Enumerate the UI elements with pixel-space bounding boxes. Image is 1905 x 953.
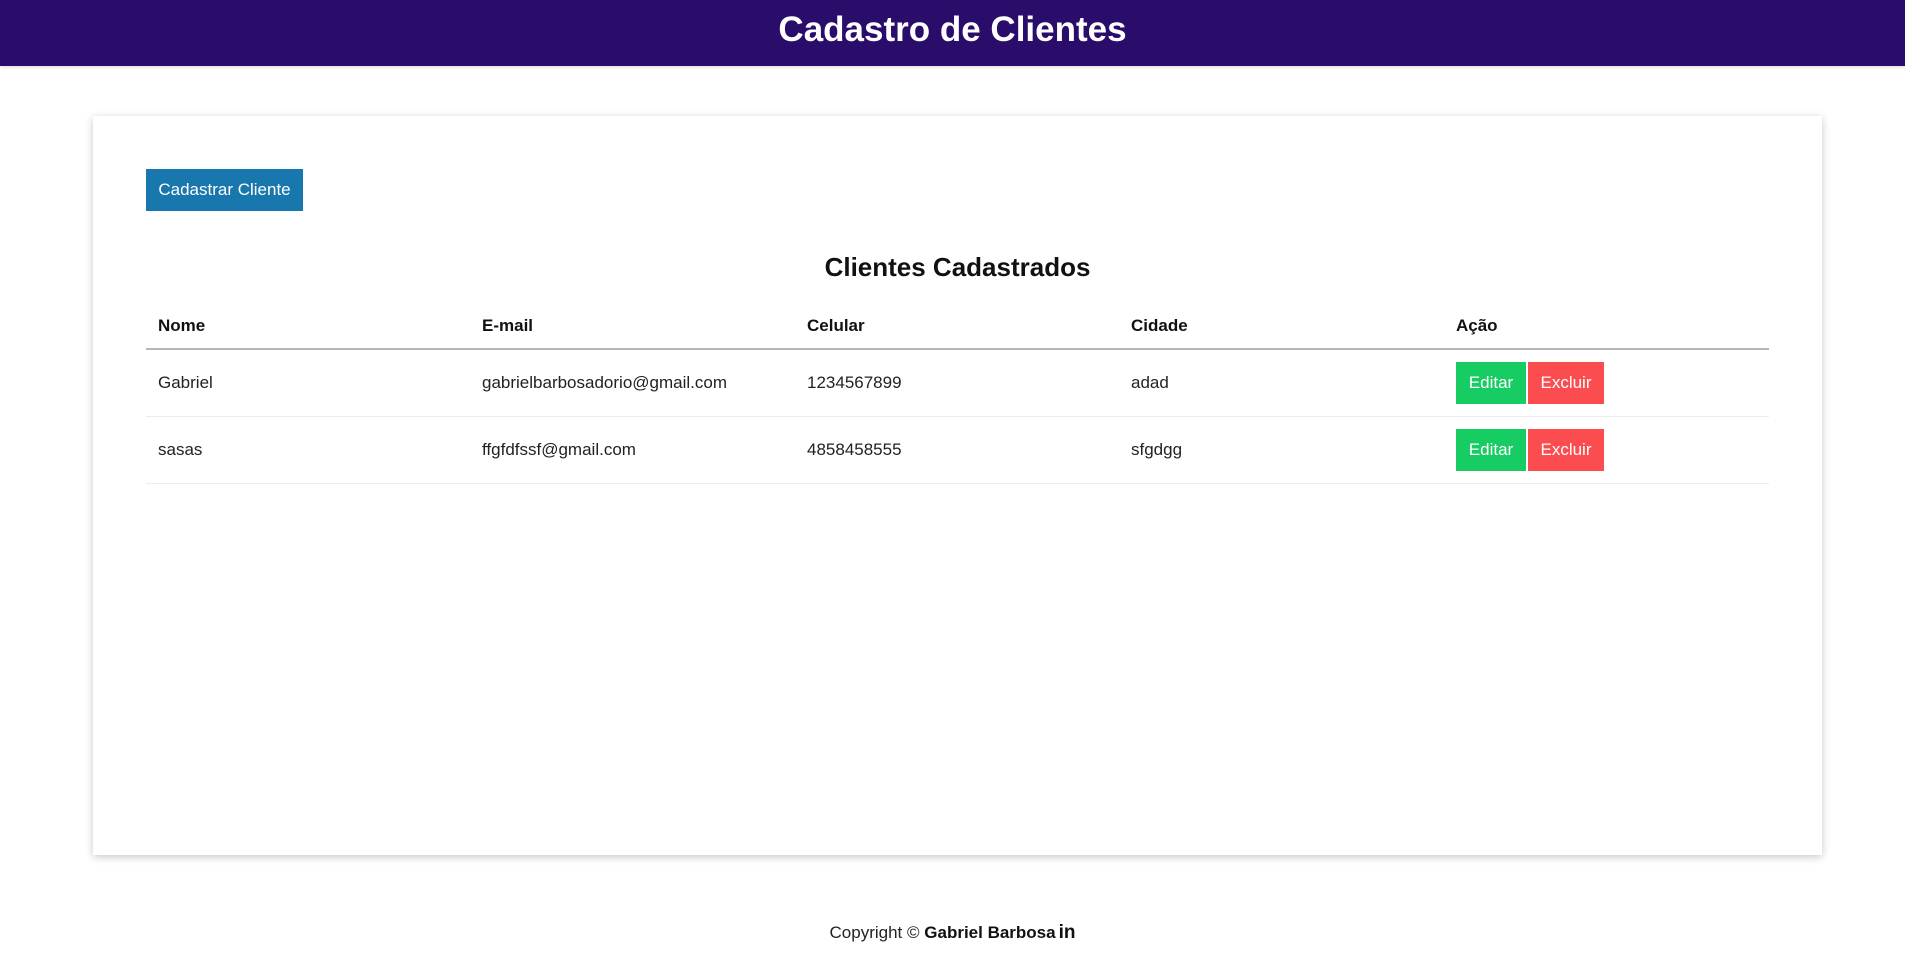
top-header: Cadastro de Clientes xyxy=(0,0,1905,66)
clients-table: Nome E-mail Celular Cidade Ação Gabriel … xyxy=(146,303,1769,484)
cell-nome: sasas xyxy=(146,416,470,484)
cell-acao: Editar Excluir xyxy=(1444,349,1769,417)
delete-button[interactable]: Excluir xyxy=(1528,361,1604,404)
cell-acao: Editar Excluir xyxy=(1444,416,1769,484)
column-header-acao: Ação xyxy=(1444,303,1769,350)
table-title: Clientes Cadastrados xyxy=(824,252,1091,282)
column-header-email: E-mail xyxy=(470,303,795,350)
cell-cidade: adad xyxy=(1119,349,1444,417)
clients-card: Cadastrar Cliente Clientes Cadastrados N… xyxy=(93,116,1822,855)
table-row: Gabriel gabrielbarbosadorio@gmail.com 12… xyxy=(146,349,1769,417)
delete-button[interactable]: Excluir xyxy=(1528,428,1604,471)
cell-cidade: sfgdgg xyxy=(1119,416,1444,484)
copyright-text: Copyright © xyxy=(829,923,920,942)
column-header-celular: Celular xyxy=(795,303,1119,350)
footer: Copyright © Gabriel Barbosa in xyxy=(0,922,1905,944)
edit-button[interactable]: Editar xyxy=(1456,428,1526,471)
cell-celular: 4858458555 xyxy=(795,416,1119,484)
table-header-row: Nome E-mail Celular Cidade Ação xyxy=(146,303,1769,350)
cell-celular: 1234567899 xyxy=(795,349,1119,417)
linkedin-icon[interactable]: in xyxy=(1059,922,1076,943)
add-client-button[interactable]: Cadastrar Cliente xyxy=(146,169,303,211)
table-row: sasas ffgfdfssf@gmail.com 4858458555 sfg… xyxy=(146,416,1769,484)
cell-email: gabrielbarbosadorio@gmail.com xyxy=(470,349,795,417)
author-name: Gabriel Barbosa xyxy=(924,923,1056,942)
page-title: Cadastro de Clientes xyxy=(778,10,1127,49)
column-header-cidade: Cidade xyxy=(1119,303,1444,350)
edit-button[interactable]: Editar xyxy=(1456,361,1526,404)
cell-email: ffgfdfssf@gmail.com xyxy=(470,416,795,484)
column-header-nome: Nome xyxy=(146,303,470,350)
cell-nome: Gabriel xyxy=(146,349,470,417)
